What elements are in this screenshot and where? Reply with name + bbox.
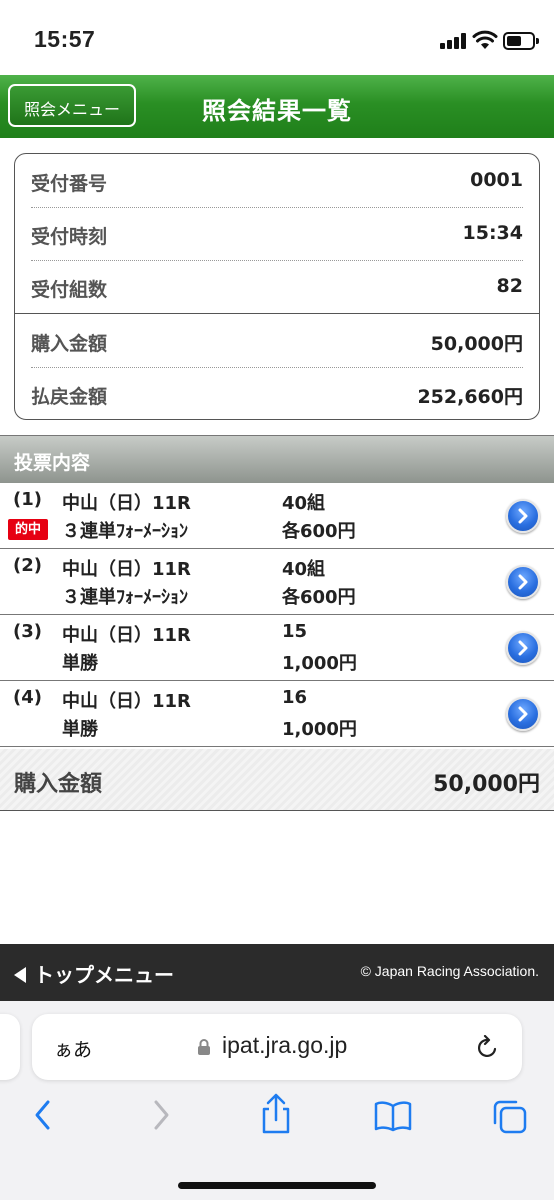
receipt-count-row: 受付組数 82 bbox=[15, 260, 539, 313]
bet-combo: 16 bbox=[282, 687, 308, 708]
bet-row[interactable]: (3) 中山（日）11R 単勝 15 1,000円 bbox=[0, 615, 554, 681]
wifi-icon bbox=[472, 30, 498, 49]
bookmarks-icon[interactable] bbox=[373, 1099, 413, 1133]
bet-amount: 各600円 bbox=[282, 521, 356, 542]
payout-amount-row: 払戻金額 252,660円 bbox=[15, 367, 539, 420]
lock-icon bbox=[198, 1039, 210, 1055]
bet-amount: 各600円 bbox=[282, 587, 356, 608]
payout-amount-label: 払戻金額 bbox=[31, 386, 108, 408]
bet-amount: 1,000円 bbox=[282, 653, 357, 674]
receipt-count-label: 受付組数 bbox=[31, 279, 108, 301]
bet-combo: 40組 bbox=[282, 559, 326, 580]
triangle-left-icon bbox=[14, 967, 26, 983]
total-row: 購入金額 50,000円 bbox=[0, 749, 554, 811]
status-bar: 15:57 bbox=[0, 0, 554, 75]
chevron-right-icon[interactable] bbox=[506, 565, 540, 599]
forward-chevron-icon[interactable] bbox=[150, 1097, 174, 1133]
bet-race: 中山（日）11R bbox=[62, 691, 191, 712]
bet-row[interactable]: (4) 中山（日）11R 単勝 16 1,000円 bbox=[0, 681, 554, 747]
bet-combo: 40組 bbox=[282, 493, 326, 514]
url-text: ipat.jra.go.jp bbox=[222, 1032, 348, 1058]
bet-type: 単勝 bbox=[62, 653, 98, 674]
bet-combo: 15 bbox=[282, 621, 308, 642]
bet-race: 中山（日）11R bbox=[62, 559, 191, 580]
tabs-icon[interactable] bbox=[490, 1099, 528, 1135]
bet-amount: 1,000円 bbox=[282, 719, 357, 740]
header-bar: 照会メニュー 照会結果一覧 bbox=[0, 75, 554, 138]
hit-badge: 的中 bbox=[8, 519, 48, 540]
signal-icon bbox=[440, 33, 466, 49]
receipt-number-value: 0001 bbox=[470, 169, 523, 191]
home-indicator bbox=[178, 1182, 376, 1189]
bet-number: (2) bbox=[13, 555, 42, 576]
chevron-right-icon[interactable] bbox=[506, 631, 540, 665]
total-label: 購入金額 bbox=[14, 772, 103, 797]
receipt-number-label: 受付番号 bbox=[31, 173, 108, 195]
receipt-time-label: 受付時刻 bbox=[31, 226, 108, 248]
page-settings-button[interactable]: ぁあ bbox=[54, 1035, 92, 1062]
bet-type: ３連単ﾌｫｰﾒｰｼｮﾝ bbox=[62, 521, 188, 542]
chevron-right-icon[interactable] bbox=[506, 697, 540, 731]
status-time: 15:57 bbox=[34, 26, 96, 52]
bet-number: (3) bbox=[13, 621, 42, 642]
footer-bar: トップメニュー © Japan Racing Association. bbox=[0, 944, 554, 1001]
receipt-time-value: 15:34 bbox=[462, 222, 523, 244]
bet-row[interactable]: (1) 的中 中山（日）11R ３連単ﾌｫｰﾒｰｼｮﾝ 40組 各600円 bbox=[0, 483, 554, 549]
bet-type: 単勝 bbox=[62, 719, 98, 740]
section-title: 投票内容 bbox=[14, 452, 91, 474]
receipt-time-row: 受付時刻 15:34 bbox=[15, 207, 539, 260]
section-header: 投票内容 bbox=[0, 435, 554, 483]
back-chevron-icon[interactable] bbox=[30, 1097, 54, 1133]
reload-icon[interactable] bbox=[476, 1035, 500, 1061]
share-icon[interactable] bbox=[258, 1093, 294, 1135]
page-title: 照会結果一覧 bbox=[202, 97, 352, 125]
address-bar[interactable]: ぁあ ipat.jra.go.jp bbox=[32, 1014, 522, 1080]
bet-number: (1) bbox=[13, 489, 42, 510]
receipt-number-row: 受付番号 0001 bbox=[15, 154, 539, 207]
battery-icon bbox=[503, 32, 539, 50]
copyright: © Japan Racing Association. bbox=[360, 963, 539, 979]
top-menu-link[interactable]: トップメニュー bbox=[14, 959, 174, 988]
chevron-right-icon[interactable] bbox=[506, 499, 540, 533]
purchase-amount-row: 購入金額 50,000円 bbox=[15, 314, 539, 367]
total-value: 50,000円 bbox=[433, 772, 540, 797]
bet-race: 中山（日）11R bbox=[62, 625, 191, 646]
previous-tab[interactable] bbox=[0, 1014, 20, 1080]
bet-race: 中山（日）11R bbox=[62, 493, 191, 514]
summary-box: 受付番号 0001 受付時刻 15:34 受付組数 82 購入金額 50,000… bbox=[14, 153, 540, 420]
bet-row[interactable]: (2) 中山（日）11R ３連単ﾌｫｰﾒｰｼｮﾝ 40組 各600円 bbox=[0, 549, 554, 615]
purchase-amount-value: 50,000円 bbox=[430, 333, 523, 355]
payout-amount-value: 252,660円 bbox=[417, 386, 523, 408]
top-menu-label: トップメニュー bbox=[34, 963, 174, 987]
bet-type: ３連単ﾌｫｰﾒｰｼｮﾝ bbox=[62, 587, 188, 608]
receipt-count-value: 82 bbox=[496, 275, 523, 297]
bet-number: (4) bbox=[13, 687, 42, 708]
purchase-amount-label: 購入金額 bbox=[31, 333, 108, 355]
